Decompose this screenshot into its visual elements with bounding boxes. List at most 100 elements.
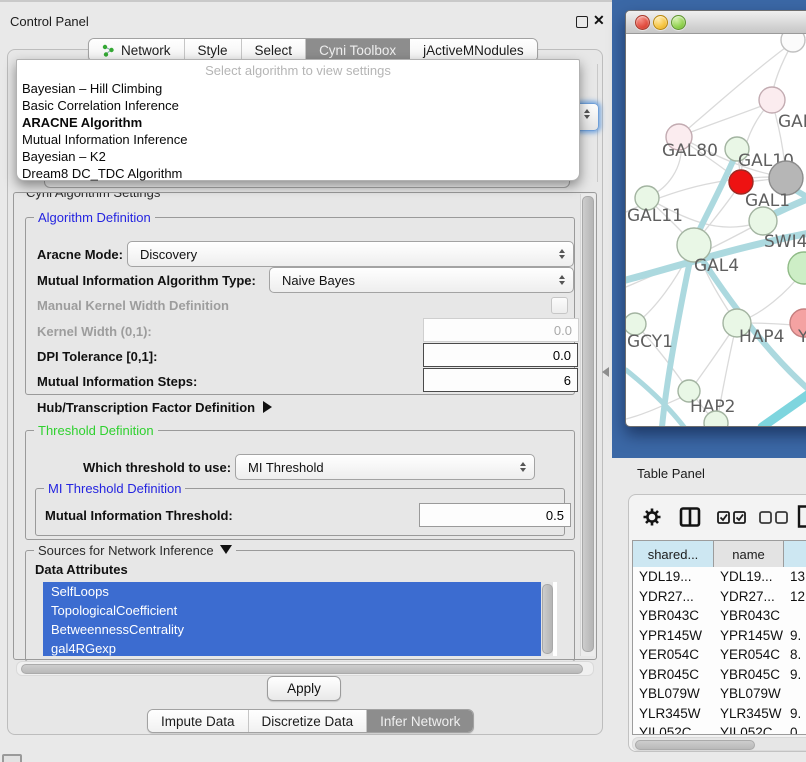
- file-icon[interactable]: [797, 505, 806, 528]
- graph-node-gal[interactable]: [759, 87, 785, 113]
- table-cell: YPR145W: [633, 628, 714, 648]
- settings-horizontal-scrollbar-thumb[interactable]: [21, 664, 583, 674]
- zoom-traffic-light[interactable]: [671, 15, 686, 30]
- table-row[interactable]: YBR045CYBR045C9.: [633, 667, 806, 687]
- threshold-definition-title: Threshold Definition: [34, 423, 158, 438]
- minimize-traffic-light[interactable]: [653, 15, 668, 30]
- hub-definition-expander[interactable]: Hub/Transcription Factor Definition: [37, 400, 272, 415]
- algorithm-option-0[interactable]: Bayesian – Hill Climbing: [20, 80, 572, 97]
- aracne-mode-combo[interactable]: Discovery: [127, 241, 574, 267]
- gear-icon[interactable]: [642, 507, 662, 527]
- graph-node[interactable]: [781, 34, 805, 52]
- which-threshold-combo[interactable]: MI Threshold: [235, 454, 535, 480]
- mi-threshold-field[interactable]: 0.5: [419, 503, 571, 527]
- control-panel-title: Control Panel: [10, 14, 89, 29]
- algorithm-option-2[interactable]: ARACNE Algorithm: [20, 114, 572, 131]
- table-cell: YLR345W: [714, 706, 784, 726]
- network-graph-canvas[interactable]: GALGAL80GAL10GAL1GAL11SWI4GAL4GCY1HAP4YH…: [626, 34, 806, 427]
- tab-style[interactable]: Style: [185, 39, 242, 61]
- column-header-name[interactable]: name: [714, 541, 784, 567]
- attributes-scrollbar-thumb[interactable]: [542, 584, 553, 654]
- settings-horizontal-scrollbar[interactable]: [16, 661, 594, 676]
- data-attribute-item[interactable]: BetweennessCentrality: [43, 620, 549, 639]
- kernel-width-field[interactable]: 0.0: [423, 318, 579, 342]
- graph-node[interactable]: [788, 252, 806, 284]
- split-columns-icon[interactable]: [679, 507, 701, 527]
- algorithm-option-5[interactable]: Dream8 DC_TDC Algorithm: [20, 165, 572, 182]
- tab-jactivemnodules[interactable]: jActiveMNodules: [410, 39, 537, 61]
- table-cell: 13: [784, 569, 806, 589]
- table-horizontal-scrollbar-thumb[interactable]: [635, 740, 755, 750]
- graph-node-swi4[interactable]: [749, 207, 777, 235]
- combo-stepper-icon: [554, 275, 570, 285]
- tab-cyni-toolbox[interactable]: Cyni Toolbox: [306, 39, 410, 61]
- which-threshold-label: Which threshold to use:: [83, 460, 231, 475]
- mi-steps-field[interactable]: 6: [423, 368, 578, 392]
- hub-definition-label: Hub/Transcription Factor Definition: [37, 400, 255, 415]
- table-row[interactable]: YDR27...YDR27...12: [633, 589, 806, 609]
- table-cell: YDL19...: [714, 569, 784, 589]
- kernel-width-label: Kernel Width (0,1):: [37, 324, 152, 339]
- bottom-tab-impute-data[interactable]: Impute Data: [148, 710, 249, 732]
- settings-vertical-scrollbar-thumb[interactable]: [582, 196, 594, 652]
- table-row[interactable]: YLR345WYLR345W9.: [633, 706, 806, 726]
- splitter-collapse-icon[interactable]: [602, 367, 609, 377]
- network-window-titlebar[interactable]: [626, 11, 806, 34]
- table-cell: YDL19...: [633, 569, 714, 589]
- control-panel-titlebar: Control Panel ✕: [0, 8, 612, 34]
- data-attribute-item[interactable]: TopologicalCoefficient: [43, 601, 549, 620]
- table-cell: YER054C: [714, 647, 784, 667]
- data-attribute-item[interactable]: SelfLoops: [43, 582, 549, 601]
- table-cell: [784, 608, 806, 628]
- table-row[interactable]: YER054CYER054C8.: [633, 647, 806, 667]
- table-cell: YER054C: [633, 647, 714, 667]
- graph-node[interactable]: [769, 161, 803, 195]
- dpi-tolerance-field[interactable]: 0.0: [423, 343, 578, 367]
- table-cell: YDR27...: [714, 589, 784, 609]
- algorithm-option-4[interactable]: Bayesian – K2: [20, 148, 572, 165]
- table-row[interactable]: YPR145WYPR145W9.: [633, 628, 806, 648]
- node-attribute-table[interactable]: shared...nameYDL19...YDL19...13YDR27...Y…: [632, 540, 806, 735]
- attributes-scrollbar[interactable]: [541, 582, 553, 656]
- bottom-tab-discretize-data[interactable]: Discretize Data: [249, 710, 368, 732]
- table-cell: 9.: [784, 706, 806, 726]
- network-view-window[interactable]: GALGAL80GAL10GAL1GAL11SWI4GAL4GCY1HAP4YH…: [625, 10, 806, 427]
- unchecked-pair-icon[interactable]: [759, 511, 789, 524]
- table-row[interactable]: YDL19...YDL19...13: [633, 569, 806, 589]
- bottom-tab-infer-network[interactable]: Infer Network: [367, 710, 473, 732]
- tab-network[interactable]: Network: [89, 39, 185, 61]
- table-row[interactable]: YBL079WYBL079W: [633, 686, 806, 706]
- table-cell: YDR27...: [633, 589, 714, 609]
- edge-bright: [762, 382, 806, 427]
- table-cell: [784, 686, 806, 706]
- close-icon[interactable]: ✕: [593, 12, 605, 29]
- node-label: GAL: [778, 112, 806, 132]
- manual-kernel-checkbox[interactable]: [551, 297, 568, 314]
- checked-pair-icon[interactable]: [717, 511, 747, 524]
- bottom-tab-bar: Impute DataDiscretize DataInfer Network: [147, 709, 474, 733]
- table-horizontal-scrollbar[interactable]: [632, 737, 806, 751]
- table-cell: 9.: [784, 628, 806, 648]
- apply-button[interactable]: Apply: [267, 676, 341, 701]
- table-row[interactable]: YBR043CYBR043C: [633, 608, 806, 628]
- column-header-col2[interactable]: [784, 541, 806, 567]
- mi-type-combo[interactable]: Naive Bayes: [269, 267, 574, 293]
- aracne-mode-label: Aracne Mode:: [37, 247, 123, 262]
- tab-label: Select: [255, 43, 293, 58]
- algorithm-option-3[interactable]: Mutual Information Inference: [20, 131, 572, 148]
- float-window-icon[interactable]: [576, 16, 588, 28]
- corner-widget[interactable]: [2, 754, 22, 762]
- settings-vertical-scrollbar[interactable]: [580, 194, 595, 656]
- control-panel-window: Control Panel ✕ NetworkStyle Select Cyni T…: [0, 0, 612, 762]
- data-attributes-list[interactable]: SelfLoopsTopologicalCoefficientBetweenne…: [43, 582, 557, 656]
- column-header-shared...[interactable]: shared...: [633, 541, 714, 567]
- data-attribute-item[interactable]: gal4RGexp: [43, 639, 549, 656]
- tab-select[interactable]: Select: [242, 39, 307, 61]
- node-label: SWI4: [764, 232, 806, 252]
- close-traffic-light[interactable]: [635, 15, 650, 30]
- collapse-down-icon[interactable]: [220, 545, 232, 554]
- algorithm-option-1[interactable]: Basic Correlation Inference: [20, 97, 572, 114]
- table-panel: Table Panel: [612, 458, 806, 762]
- table-row[interactable]: YIL052CYIL052C0.: [633, 725, 806, 735]
- combo-stepper-icon: [554, 249, 570, 259]
